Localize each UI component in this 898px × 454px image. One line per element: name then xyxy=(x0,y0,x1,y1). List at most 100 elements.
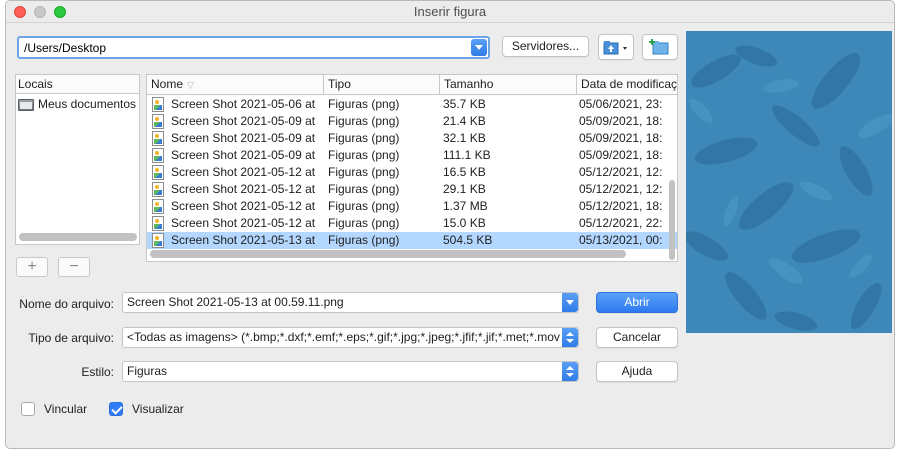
file-size: 29.1 KB xyxy=(443,182,486,196)
style-stepper[interactable] xyxy=(562,362,578,381)
filename-combobox[interactable]: Screen Shot 2021-05-13 at 00.59.11.png xyxy=(122,292,579,313)
sort-indicator-icon: ▽ xyxy=(187,80,194,90)
file-size: 32.1 KB xyxy=(443,131,486,145)
file-name: Screen Shot 2021-05-09 at xyxy=(171,148,316,162)
file-name: Screen Shot 2021-05-09 at xyxy=(171,114,316,128)
image-file-icon xyxy=(152,97,164,112)
file-modified: 05/06/2021, 23: xyxy=(579,97,663,111)
file-size: 16.5 KB xyxy=(443,165,486,179)
file-size: 21.4 KB xyxy=(443,114,486,128)
image-file-icon xyxy=(152,165,164,180)
file-name: Screen Shot 2021-05-12 at xyxy=(171,182,316,196)
remove-place-button[interactable]: − xyxy=(58,257,90,277)
image-file-icon xyxy=(152,131,164,146)
file-modified: 05/09/2021, 18: xyxy=(579,131,663,145)
path-combobox[interactable] xyxy=(17,36,490,59)
file-row[interactable]: Screen Shot 2021-05-06 at Figuras (png) 35… xyxy=(147,96,677,113)
folder-up-icon xyxy=(603,41,627,55)
file-name: Screen Shot 2021-05-12 at xyxy=(171,216,316,230)
path-input[interactable] xyxy=(22,39,467,56)
up-folder-button[interactable] xyxy=(598,34,634,60)
file-name: Screen Shot 2021-05-12 at xyxy=(171,199,316,213)
filetype-label: Tipo de arquivo: xyxy=(28,331,114,345)
file-row[interactable]: Screen Shot 2021-05-09 at Figuras (png) 21… xyxy=(147,113,677,130)
title-bar: Inserir figura xyxy=(6,1,894,23)
file-size: 35.7 KB xyxy=(443,97,486,111)
minimize-window-button[interactable] xyxy=(34,6,46,18)
file-modified: 05/12/2021, 12: xyxy=(579,182,663,196)
close-window-button[interactable] xyxy=(14,6,26,18)
preview-checkbox[interactable] xyxy=(109,402,123,416)
file-name: Screen Shot 2021-05-06 at xyxy=(171,97,316,111)
file-row[interactable]: Screen Shot 2021-05-09 at Figuras (png) 32… xyxy=(147,130,677,147)
column-size[interactable]: Tamanho xyxy=(440,75,577,95)
filename-value: Screen Shot 2021-05-13 at 00.59.11.png xyxy=(127,295,344,309)
places-item-label: Meus documentos xyxy=(38,97,137,111)
file-type: Figuras (png) xyxy=(328,97,400,111)
column-type[interactable]: Tipo xyxy=(324,75,440,95)
file-row[interactable]: Screen Shot 2021-05-12 at Figuras (png) 29… xyxy=(147,181,677,198)
help-button[interactable]: Ajuda xyxy=(596,361,678,382)
places-header: Locais xyxy=(16,75,139,94)
file-type: Figuras (png) xyxy=(328,233,400,247)
file-type: Figuras (png) xyxy=(328,199,400,213)
places-scrollbar[interactable] xyxy=(19,233,137,241)
file-name: Screen Shot 2021-05-13 at xyxy=(171,233,316,247)
image-preview xyxy=(686,31,892,333)
file-row[interactable]: Screen Shot 2021-05-12 at Figuras (png) 1.… xyxy=(147,198,677,215)
file-modified: 05/12/2021, 12: xyxy=(579,165,663,179)
file-row[interactable]: Screen Shot 2021-05-12 at Figuras (png) 16… xyxy=(147,164,677,181)
filename-dropdown-arrow[interactable] xyxy=(562,293,578,312)
file-modified: 05/09/2021, 18: xyxy=(579,114,663,128)
file-size: 111.1 KB xyxy=(443,148,491,162)
insert-image-dialog: Inserir figura Servidores... Locais Meus… xyxy=(5,0,895,449)
file-type: Figuras (png) xyxy=(328,165,400,179)
add-place-button[interactable]: + xyxy=(16,257,48,277)
filetype-stepper[interactable] xyxy=(562,328,578,347)
path-dropdown-arrow[interactable] xyxy=(471,39,487,56)
file-list-hscrollbar[interactable] xyxy=(150,250,626,258)
column-name[interactable]: Nome ▽ xyxy=(147,75,324,95)
style-select[interactable]: Figuras xyxy=(122,361,579,382)
image-file-icon xyxy=(152,199,164,214)
cancel-button[interactable]: Cancelar xyxy=(596,327,678,348)
filetype-value: <Todas as imagens> (*.bmp;*.dxf;*.emf;*.… xyxy=(127,330,560,344)
file-list: Nome▽ Tipo Tamanho Data de modificação S… xyxy=(146,74,678,262)
open-button[interactable]: Abrir xyxy=(596,292,678,313)
file-size: 15.0 KB xyxy=(443,216,486,230)
zoom-window-button[interactable] xyxy=(54,6,66,18)
file-type: Figuras (png) xyxy=(328,182,400,196)
image-file-icon xyxy=(152,233,164,248)
new-folder-icon xyxy=(649,39,669,55)
file-size: 1.37 MB xyxy=(443,199,488,213)
file-name: Screen Shot 2021-05-12 at xyxy=(171,165,316,179)
file-modified: 05/12/2021, 18: xyxy=(579,199,663,213)
link-checkbox[interactable] xyxy=(21,402,35,416)
file-modified: 05/12/2021, 22: xyxy=(579,216,663,230)
file-type: Figuras (png) xyxy=(328,114,400,128)
file-list-vscrollbar[interactable] xyxy=(669,180,675,260)
file-row[interactable]: Screen Shot 2021-05-13 at Figuras (png) 50… xyxy=(147,232,677,249)
preview-label: Visualizar xyxy=(132,402,184,416)
file-row[interactable]: Screen Shot 2021-05-12 at Figuras (png) 15… xyxy=(147,215,677,232)
style-value: Figuras xyxy=(127,364,168,378)
servers-button[interactable]: Servidores... xyxy=(502,36,589,57)
link-label: Vincular xyxy=(44,402,88,416)
file-modified: 05/13/2021, 00: xyxy=(579,233,663,247)
places-item-my-documents[interactable]: Meus documentos xyxy=(16,96,139,113)
file-type: Figuras (png) xyxy=(328,131,400,145)
file-row[interactable]: Screen Shot 2021-05-09 at Figuras (png) 11… xyxy=(147,147,677,164)
column-modified[interactable]: Data de modificação xyxy=(577,75,677,95)
image-file-icon xyxy=(152,216,164,231)
image-file-icon xyxy=(152,148,164,163)
new-folder-button[interactable] xyxy=(642,34,678,60)
file-modified: 05/09/2021, 18: xyxy=(579,148,663,162)
image-file-icon xyxy=(152,114,164,129)
file-type: Figuras (png) xyxy=(328,148,400,162)
filename-label: Nome do arquivo: xyxy=(19,297,114,311)
file-list-header: Nome▽ Tipo Tamanho Data de modificação xyxy=(147,75,677,95)
filetype-select[interactable]: <Todas as imagens> (*.bmp;*.dxf;*.emf;*.… xyxy=(122,327,579,348)
style-label: Estilo: xyxy=(81,365,114,379)
file-type: Figuras (png) xyxy=(328,216,400,230)
file-name: Screen Shot 2021-05-09 at xyxy=(171,131,316,145)
